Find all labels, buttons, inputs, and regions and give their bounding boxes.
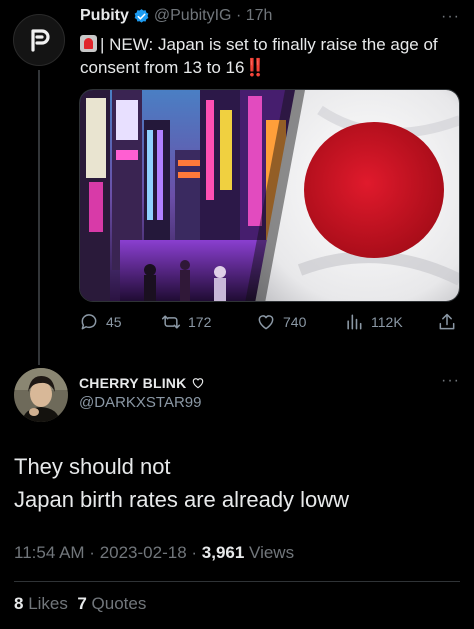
parent-tweet-header: Pubity @PubityIG · 17h (80, 7, 272, 25)
likes-stat[interactable]: 8 Likes (14, 594, 68, 613)
reply-views-count: 3,961 (201, 543, 245, 562)
like-count: 740 (283, 314, 307, 330)
reply-author-handle[interactable]: @DARKXSTAR99 (79, 394, 201, 411)
like-button[interactable]: 740 (256, 312, 306, 332)
reply-meta: 11:54 AM · 2023-02-18 · 3,961 Views (14, 543, 295, 562)
dot-separator: · (231, 7, 246, 24)
double-exclamation-emoji: ‼️ (244, 58, 266, 77)
likes-label: Likes (28, 594, 68, 613)
reply-button[interactable]: 45 (79, 312, 122, 332)
reply-stats: 8 Likes 7 Quotes (14, 594, 146, 614)
parent-tweet-text: | NEW: Japan is set to finally raise the… (80, 33, 460, 79)
pubity-logo-icon (31, 29, 50, 52)
verified-badge-icon (134, 8, 149, 23)
reply-author-avatar[interactable] (14, 368, 68, 422)
reply-author-name-text: CHERRY BLINK (79, 375, 187, 391)
retweet-button[interactable]: 172 (161, 312, 211, 332)
retweet-count: 172 (188, 314, 212, 330)
retweet-icon (161, 315, 181, 329)
divider (14, 581, 460, 582)
parent-tweet[interactable]: Pubity @PubityIG · 17h ··· | NEW: Japan … (0, 0, 474, 365)
tweet-media-image[interactable] (79, 89, 460, 302)
reply-views-label: Views (249, 543, 295, 562)
japan-city-and-flag-image (80, 90, 459, 301)
pubity-avatar[interactable] (13, 14, 65, 66)
reply-date[interactable]: 2023-02-18 (100, 543, 187, 562)
tweet-time[interactable]: 17h (246, 7, 273, 25)
views-button[interactable]: 112K (344, 312, 403, 332)
share-icon (439, 313, 455, 330)
reply-text-line-2: Japan birth rates are already loww (14, 487, 350, 512)
author-name[interactable]: Pubity (80, 7, 129, 25)
thread-line (38, 70, 40, 365)
reply-time[interactable]: 11:54 AM (14, 543, 85, 562)
siren-emoji-icon (80, 35, 97, 52)
quotes-label: Quotes (91, 594, 147, 613)
view-count: 112K (371, 314, 403, 330)
reply-count: 45 (106, 314, 122, 330)
more-icon[interactable]: ··· (441, 8, 460, 26)
reply-tweet-text: They should not Japan birth rates are al… (14, 450, 349, 516)
reply-author-name[interactable]: CHERRY BLINK (79, 375, 205, 391)
quotes-stat[interactable]: 7 Quotes (77, 594, 146, 613)
likes-count: 8 (14, 594, 24, 613)
reply-icon (81, 314, 97, 330)
reply-more-icon[interactable]: ··· (441, 372, 460, 390)
reply-text-line-1: They should not (14, 454, 171, 479)
heart-icon (258, 315, 274, 330)
quotes-count: 7 (77, 594, 87, 613)
share-button[interactable] (437, 312, 457, 332)
heart-outline-icon (193, 378, 204, 389)
author-handle[interactable]: @PubityIG (154, 7, 232, 25)
analytics-bars-icon (347, 314, 362, 330)
profile-photo-icon (14, 368, 68, 422)
parent-tweet-actions: 45 172 740 112K (79, 312, 460, 338)
